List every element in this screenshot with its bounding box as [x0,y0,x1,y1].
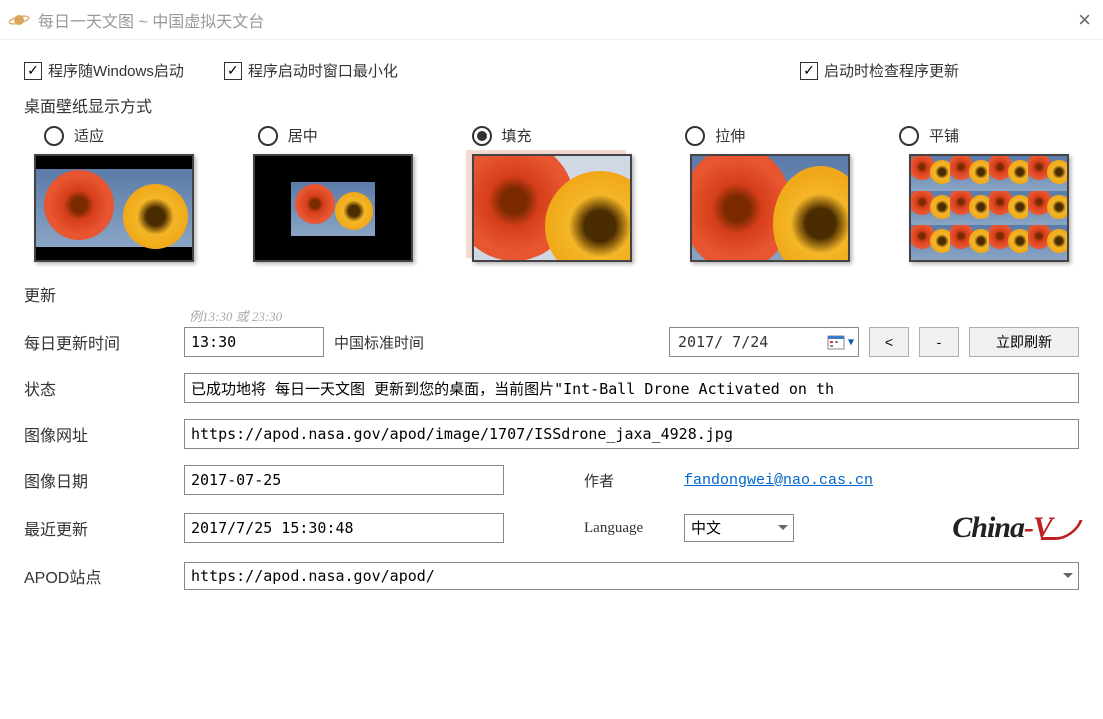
update-heading: 更新 [24,282,1079,306]
minimize-label: 程序启动时窗口最小化 [248,60,398,81]
prev-button[interactable]: < [869,327,909,357]
startup-label: 程序随Windows启动 [48,60,184,81]
wallpaper-radio-row: 适应 居中 填充 拉伸 平铺 [24,125,1079,146]
imgdate-label: 图像日期 [24,468,174,492]
daily-update-row: 每日更新时间 中国标准时间 2017/ 7/24 ▼ < - 立即刷新 [24,327,1079,357]
checkbox-row: ✓ 程序随Windows启动 ✓ 程序启动时窗口最小化 ✓ 启动时检查程序更新 [24,60,1079,81]
checkupdate-checkbox[interactable]: ✓ 启动时检查程序更新 [800,60,959,81]
daily-label: 每日更新时间 [24,330,174,354]
language-select[interactable]: 中文 [684,514,794,542]
radio-icon [472,126,492,146]
author-label: 作者 [584,470,674,491]
china-vo-logo: China-V [952,511,1079,545]
site-select[interactable]: https://apod.nasa.gov/apod/ [184,562,1079,590]
check-icon: ✓ [224,62,242,80]
time-hint: 例13:30 或 23:30 [189,306,1079,325]
apod-site-row: APOD站点 https://apod.nasa.gov/apod/ [24,561,1079,591]
radio-icon [44,126,64,146]
title-bar: 每日一天文图 ~ 中国虚拟天文台 × [0,0,1103,40]
imgdate-row: 图像日期 作者 fandongwei@nao.cas.cn [24,465,1079,495]
lastupdate-field[interactable] [184,513,504,543]
lastupdate-row: 最近更新 Language 中文 China-V [24,511,1079,545]
thumb-fit[interactable] [34,154,194,262]
radio-icon [899,126,919,146]
author-link[interactable]: fandongwei@nao.cas.cn [684,472,873,489]
calendar-dropdown-icon: ▼ [827,333,854,351]
radio-fit[interactable]: 适应 [44,125,214,146]
lastupdate-label: 最近更新 [24,516,174,540]
language-label: Language [584,520,674,537]
radio-stretch[interactable]: 拉伸 [685,125,855,146]
thumb-tile[interactable] [909,154,1069,262]
thumb-fill[interactable] [472,154,632,262]
thumb-stretch[interactable] [690,154,850,262]
thumb-center[interactable] [253,154,413,262]
imgurl-row: 图像网址 [24,419,1079,449]
wallpaper-heading: 桌面壁纸显示方式 [24,93,1079,117]
radio-tile[interactable]: 平铺 [899,125,1069,146]
site-label: APOD站点 [24,564,174,588]
tz-label: 中国标准时间 [334,332,424,353]
minus-button[interactable]: - [919,327,959,357]
startup-checkbox[interactable]: ✓ 程序随Windows启动 [24,60,184,81]
status-field[interactable] [184,373,1079,403]
checkupdate-label: 启动时检查程序更新 [824,60,959,81]
app-icon [8,12,30,28]
imgdate-field[interactable] [184,465,504,495]
close-button[interactable]: × [1078,7,1091,33]
radio-center[interactable]: 居中 [258,125,428,146]
window-title: 每日一天文图 ~ 中国虚拟天文台 [38,8,264,32]
status-label: 状态 [24,376,174,400]
radio-icon [258,126,278,146]
imgurl-label: 图像网址 [24,422,174,446]
thumbnail-row [24,154,1079,262]
status-row: 状态 [24,373,1079,403]
refresh-button[interactable]: 立即刷新 [969,327,1079,357]
check-icon: ✓ [24,62,42,80]
radio-icon [685,126,705,146]
date-picker[interactable]: 2017/ 7/24 ▼ [669,327,859,357]
date-value: 2017/ 7/24 [678,333,768,351]
radio-fill[interactable]: 填充 [472,125,642,146]
content-area: ✓ 程序随Windows启动 ✓ 程序启动时窗口最小化 ✓ 启动时检查程序更新 … [0,40,1103,617]
minimize-checkbox[interactable]: ✓ 程序启动时窗口最小化 [224,60,398,81]
daily-time-input[interactable] [184,327,324,357]
check-icon: ✓ [800,62,818,80]
imgurl-field[interactable] [184,419,1079,449]
